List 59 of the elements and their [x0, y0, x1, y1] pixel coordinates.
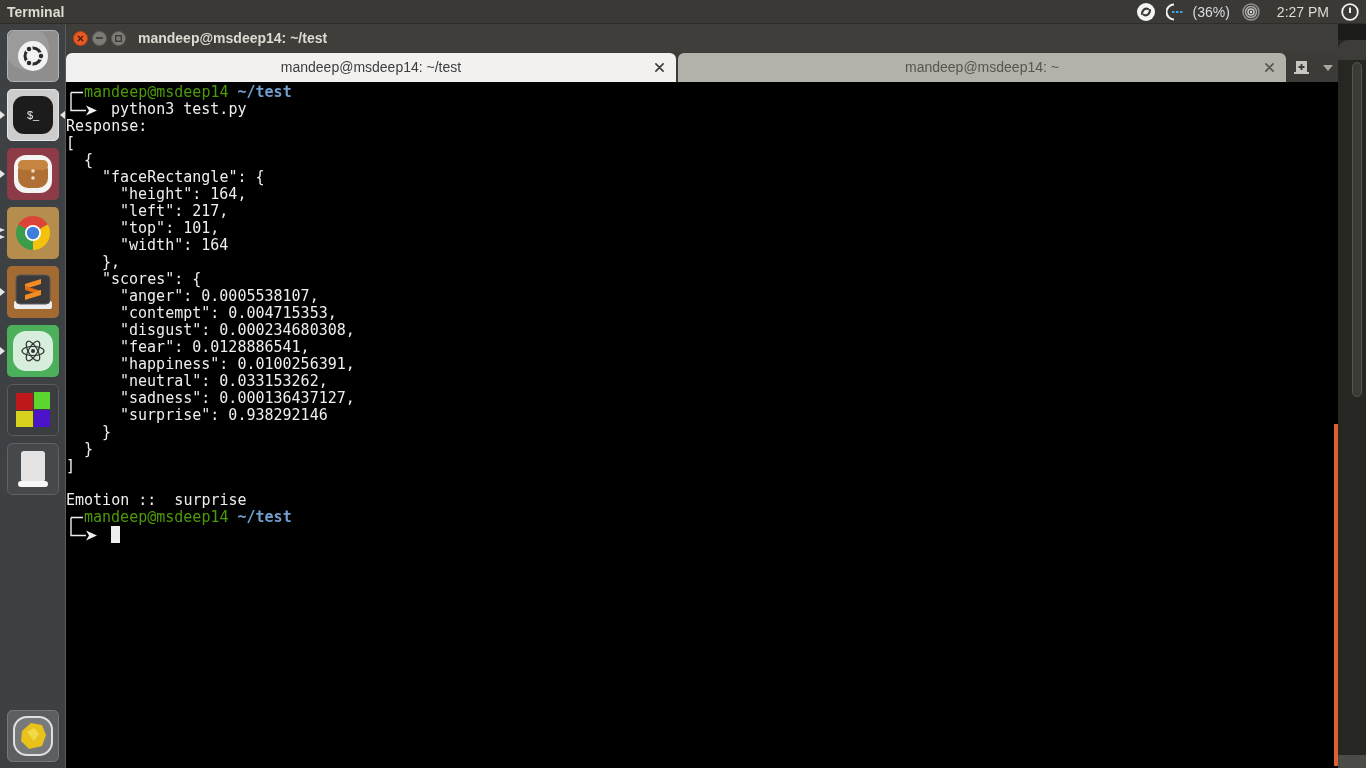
prompt-user-host: mandeep@msdeep14	[84, 509, 229, 526]
atom-icon[interactable]	[7, 325, 59, 377]
output-line: "left": 217,	[120, 203, 229, 220]
output-line: "top": 101,	[120, 220, 220, 237]
command-text: python3 test.py	[111, 101, 247, 118]
output-line: Emotion :: surprise	[66, 492, 247, 509]
output-line: "width": 164	[120, 237, 229, 254]
window-title: mandeep@msdeep14: ~/test	[138, 28, 328, 48]
output-line: "neutral": 0.033153262,	[120, 373, 328, 390]
clock[interactable]: 2:27 PM	[1276, 4, 1329, 19]
prompt-user-host: mandeep@msdeep14	[84, 84, 229, 101]
wireless-icon[interactable]	[1241, 2, 1260, 21]
window-maximize-button[interactable]	[111, 30, 126, 46]
box-icon[interactable]	[7, 148, 59, 200]
output-line: "sadness": 0.000136437127,	[120, 390, 355, 407]
output-line: "anger": 0.0005538107,	[120, 288, 319, 305]
terminal-icon[interactable]: $_	[7, 89, 59, 141]
crumpled-paper-icon[interactable]	[7, 710, 59, 762]
app-menu-title[interactable]: Terminal	[7, 4, 65, 19]
output-line: Response:	[66, 118, 148, 135]
editor-icon[interactable]	[7, 266, 59, 318]
output-line: }	[84, 441, 94, 458]
tab[interactable]: mandeep@msdeep14: ~	[678, 53, 1286, 82]
output-line: "height": 164,	[120, 186, 247, 203]
output-line: "scores": {	[102, 271, 202, 288]
dash-logo-icon[interactable]	[7, 30, 59, 82]
battery-icon[interactable]	[1165, 2, 1183, 21]
output-line: [	[66, 135, 76, 152]
output-line: },	[102, 254, 121, 271]
output-line: {	[84, 152, 94, 169]
cubes-icon[interactable]	[7, 384, 59, 436]
power-icon[interactable]	[1341, 2, 1359, 21]
sync-icon[interactable]	[1136, 2, 1155, 21]
maximize-icon	[115, 34, 122, 42]
tab[interactable]: mandeep@msdeep14: ~/test	[66, 53, 676, 82]
output-line: "faceRectangle": {	[102, 169, 265, 186]
output-line: "happiness": 0.0100256391,	[120, 356, 355, 373]
window-bottom-bar	[1338, 755, 1366, 768]
output-line: "contempt": 0.004715353,	[120, 305, 337, 322]
prompt-path: ~/test	[237, 509, 292, 526]
output-line: "fear": 0.0128886541,	[120, 339, 310, 356]
close-icon	[1264, 63, 1274, 72]
browser-icon[interactable]	[7, 207, 59, 259]
close-icon	[77, 34, 84, 42]
prompt-path: ~/test	[237, 84, 292, 101]
drive-icon[interactable]	[7, 443, 59, 495]
tab-close-button[interactable]	[652, 60, 666, 75]
scrollbar[interactable]	[1352, 62, 1362, 397]
caret-icon[interactable]	[1323, 64, 1333, 71]
battery-percentage[interactable]: (36%)	[1192, 4, 1230, 19]
window-minimize-button[interactable]	[92, 30, 107, 46]
minimize-icon	[96, 37, 103, 39]
output-line: "surprise": 0.938292146	[120, 407, 328, 424]
window-close-button[interactable]	[73, 30, 88, 46]
output-line: "disgust": 0.000234680308,	[120, 322, 355, 339]
output-line: }	[102, 424, 112, 441]
new-tab-icon[interactable]	[1294, 61, 1309, 74]
close-icon	[654, 63, 664, 72]
output-line: ]	[66, 458, 76, 475]
